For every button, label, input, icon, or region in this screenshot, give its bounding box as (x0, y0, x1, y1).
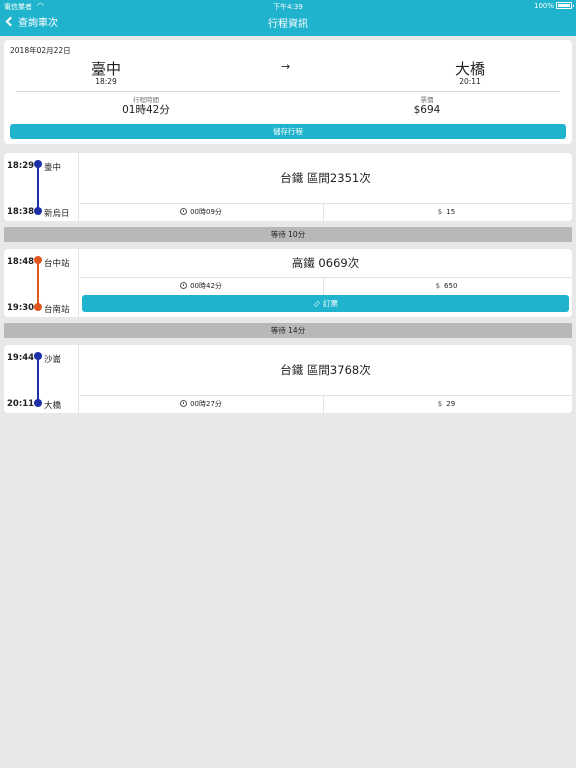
route-line (37, 260, 39, 307)
fare-label: 票價 (420, 96, 434, 104)
destination-name: 大橋 (454, 60, 485, 78)
destination-station: 大橋 20:11 (440, 61, 500, 86)
leg-details: 台鐵 區間3768次 00時27分 $29 (78, 345, 572, 413)
arrival-station: 台南站 (44, 305, 70, 315)
leg-duration-value: 00時27分 (190, 400, 222, 408)
leg-info-row: 00時42分 $650 (79, 277, 572, 295)
summary-divider (16, 91, 560, 92)
dollar-icon: $ (435, 282, 441, 290)
dollar-icon: $ (437, 208, 443, 216)
origin-station: 臺中 18:29 (76, 61, 136, 86)
clock-icon (180, 208, 188, 215)
save-trip-button[interactable]: 儲存行程 (10, 124, 566, 139)
fare-value: $694 (413, 104, 441, 116)
origin-name: 臺中 (90, 60, 121, 78)
page-title: 行程資訊 (268, 19, 308, 30)
arrival-time: 19:30 (7, 303, 35, 313)
leg-card-3[interactable]: 19:44 沙崙 20:11 大橋 台鐵 區間3768次 00時27分 $29 (4, 345, 572, 413)
battery-icon (556, 2, 574, 9)
arrival-time: 20:11 (7, 399, 35, 409)
departure-dot (34, 256, 42, 264)
departure-time: 18:48 (7, 257, 35, 267)
dollar-icon: $ (437, 400, 443, 408)
leg-card-1[interactable]: 18:29 臺中 18:38 新烏日 台鐵 區間2351次 00時09分 $15 (4, 153, 572, 221)
nav-bar: 電信業者 ◠ 下午4:39 100% 查詢車次 行程資訊 (0, 0, 576, 36)
trip-duration: 行程時間 01時42分 (86, 96, 206, 116)
status-time: 下午4:39 (273, 3, 303, 11)
arrival-dot (34, 303, 42, 311)
clock-icon (180, 282, 188, 289)
leg-price: $15 (324, 204, 569, 221)
arrival-station: 新烏日 (44, 209, 70, 219)
leg-price: $29 (324, 396, 569, 413)
duration-value: 01時42分 (122, 104, 170, 116)
departure-dot (34, 160, 42, 168)
leg-info-row: 00時27分 $29 (79, 395, 572, 413)
battery-percent: 100% (533, 2, 554, 10)
leg-price-value: 15 (446, 208, 456, 216)
duration-label: 行程時間 (133, 96, 159, 104)
departure-station: 沙崙 (44, 355, 62, 365)
leg-price-value: 650 (444, 282, 458, 290)
leg-info-row: 00時09分 $15 (79, 203, 572, 221)
leg-card-2[interactable]: 18:48 台中站 19:30 台南站 高鐵 0669次 00時42分 $650… (4, 249, 572, 317)
departure-dot (34, 352, 42, 360)
arrival-dot (34, 399, 42, 407)
leg-duration-value: 00時09分 (190, 208, 222, 216)
departure-station: 臺中 (44, 163, 62, 173)
clock-icon (180, 400, 188, 407)
origin-time: 18:29 (95, 77, 117, 86)
arrival-time: 18:38 (7, 207, 35, 217)
leg-duration: 00時42分 (79, 278, 324, 295)
route-line (37, 356, 39, 403)
train-name: 高鐵 0669次 (291, 256, 360, 270)
leg-duration: 00時09分 (79, 204, 324, 221)
leg-duration-value: 00時42分 (190, 282, 222, 290)
ticket-icon: ▭ (310, 297, 323, 310)
status-bar: 電信業者 ◠ 下午4:39 100% (0, 0, 576, 12)
trip-summary-card: 2018年02月22日 臺中 18:29 → 大橋 20:11 行程時間 01時… (4, 40, 572, 144)
leg-timeline: 19:44 沙崙 20:11 大橋 (4, 345, 78, 413)
wait-bar-2: 等待 14分 (4, 323, 572, 338)
arrival-station: 大橋 (44, 401, 62, 411)
leg-timeline: 18:29 臺中 18:38 新烏日 (4, 153, 78, 221)
leg-details: 高鐵 0669次 00時42分 $650 ▭訂票 (78, 249, 572, 317)
destination-time: 20:11 (459, 77, 481, 86)
arrow-right-icon: → (281, 60, 291, 73)
route-line (37, 164, 39, 211)
book-ticket-button[interactable]: ▭訂票 (82, 295, 569, 312)
leg-price: $650 (324, 278, 569, 295)
departure-time: 19:44 (7, 353, 35, 363)
departure-station: 台中站 (44, 259, 70, 269)
leg-timeline: 18:48 台中站 19:30 台南站 (4, 249, 78, 317)
wait-bar-1: 等待 10分 (4, 227, 572, 242)
trip-fare: 票價 $694 (367, 96, 487, 116)
train-name: 台鐵 區間3768次 (280, 363, 371, 377)
leg-duration: 00時27分 (79, 396, 324, 413)
leg-details: 台鐵 區間2351次 00時09分 $15 (78, 153, 572, 221)
train-name: 台鐵 區間2351次 (280, 171, 371, 185)
trip-date: 2018年02月22日 (10, 46, 71, 55)
departure-time: 18:29 (7, 161, 35, 171)
leg-price-value: 29 (446, 400, 456, 408)
arrival-dot (34, 207, 42, 215)
